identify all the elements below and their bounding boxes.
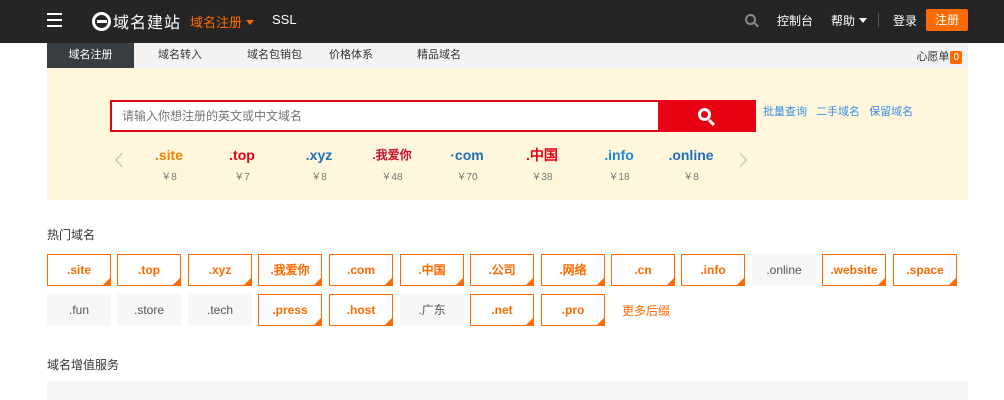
tld-tag[interactable]: .cn	[611, 254, 675, 286]
promo-tld[interactable]: .中国 ￥38	[507, 146, 577, 183]
promo-tld[interactable]: .site ￥8	[134, 146, 204, 183]
tab-premium-domain[interactable]: 精品域名	[407, 43, 471, 68]
chevron-down-icon	[859, 18, 868, 23]
promo-tld[interactable]: .xyz ￥8	[284, 146, 354, 183]
tld-tag[interactable]: .net	[470, 294, 534, 326]
tab-price-system[interactable]: 价格体系	[319, 43, 383, 68]
tld-tag[interactable]: .website	[822, 254, 886, 286]
domain-search-input[interactable]	[110, 100, 660, 132]
more-suffix-link[interactable]: 更多后缀	[622, 302, 670, 319]
tld-tag[interactable]: .com	[329, 254, 393, 286]
promo-tld[interactable]: .online ￥8	[654, 146, 728, 183]
tld-tag[interactable]: .host	[329, 294, 393, 326]
logo-e-icon	[92, 11, 111, 31]
reserved-domain-link[interactable]: 保留域名	[869, 106, 913, 118]
login-link[interactable]: 登录	[893, 12, 917, 29]
tld-tag[interactable]: .press	[258, 294, 322, 326]
nav-help[interactable]: 帮助	[831, 12, 868, 29]
promo-tld[interactable]: .info ￥18	[584, 146, 654, 183]
tab-domain-register[interactable]: 域名注册	[47, 43, 134, 68]
value-services-title: 域名增值服务	[47, 358, 120, 372]
promo-tld[interactable]: ·com ￥70	[432, 146, 502, 183]
tld-tag[interactable]: .store	[117, 294, 181, 326]
nav-console[interactable]: 控制台	[777, 12, 813, 29]
hot-domains-title: 热门域名	[47, 228, 96, 242]
tld-tag[interactable]: .tech	[188, 294, 252, 326]
tld-tag[interactable]: .space	[893, 254, 957, 286]
top-navbar: 域名建站 域名注册 SSL 控制台 帮助 登录 注册	[0, 0, 1004, 43]
tld-tag[interactable]: .公司	[470, 254, 534, 286]
tld-tag[interactable]: .site	[47, 254, 111, 286]
domain-tabs: 域名注册 域名转入 域名包销包 价格体系 精品域名 心愿单 0	[47, 43, 968, 68]
domain-search-panel: 批量查询 二手域名 保留域名 .site￥8 .top￥7 .xyz￥8 .我爱…	[47, 68, 968, 200]
nav-divider	[878, 13, 879, 27]
carousel-next-arrow-icon[interactable]	[732, 152, 748, 168]
tld-tag[interactable]: .fun	[47, 294, 111, 326]
tld-tag[interactable]: .中国	[400, 254, 464, 286]
tab-domain-package[interactable]: 域名包销包	[227, 43, 322, 68]
register-button[interactable]: 注册	[926, 9, 968, 31]
quick-links: 批量查询 二手域名 保留域名	[763, 103, 919, 119]
tld-tag[interactable]: .广东	[400, 294, 464, 326]
tld-tag[interactable]: .top	[117, 254, 181, 286]
wishlist-count-badge: 0	[950, 51, 962, 64]
value-services-panel	[47, 381, 968, 400]
logo-text: 域名建站	[113, 15, 182, 32]
wishlist-link[interactable]: 心愿单 0	[916, 48, 962, 64]
tab-domain-transfer[interactable]: 域名转入	[144, 43, 216, 68]
nav-domain-register[interactable]: 域名注册	[190, 12, 255, 31]
tld-tag[interactable]: .online	[752, 254, 816, 286]
search-icon[interactable]	[745, 14, 759, 28]
tld-tag[interactable]: .xyz	[188, 254, 252, 286]
second-hand-domain-link[interactable]: 二手域名	[816, 106, 860, 118]
carousel-prev-arrow-icon[interactable]	[114, 152, 130, 168]
tld-tag[interactable]: .info	[681, 254, 745, 286]
tld-tag[interactable]: .pro	[541, 294, 605, 326]
promo-tld[interactable]: .top ￥7	[207, 146, 277, 183]
hamburger-menu-icon[interactable]	[47, 13, 62, 27]
domain-search-button[interactable]	[658, 100, 756, 132]
tld-tag[interactable]: .网络	[541, 254, 605, 286]
batch-query-link[interactable]: 批量查询	[763, 106, 807, 118]
promo-tld[interactable]: .我爱你 ￥48	[357, 146, 427, 183]
tld-tag[interactable]: .我爱你	[258, 254, 322, 286]
nav-ssl[interactable]: SSL	[272, 12, 297, 27]
chevron-down-icon	[246, 20, 255, 25]
site-logo[interactable]: 域名建站	[92, 9, 181, 33]
